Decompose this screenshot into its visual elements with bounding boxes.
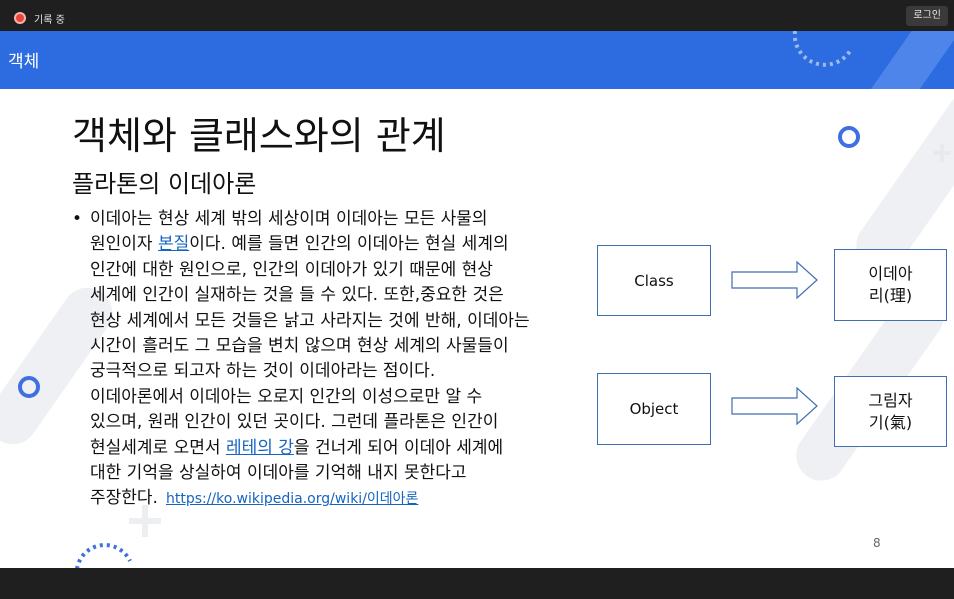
body-line-text: 원인이자 [90, 234, 158, 255]
body-line: 이데아론에서 이데아는 오로지 인간의 이성으로만 알 수 [90, 385, 602, 410]
slide-subtitle: 플라톤의 이데아론 [72, 170, 257, 198]
body-line: 이데아는 현상 세계 밖의 세상이며 이데아는 모든 사물의 [90, 207, 602, 232]
section-title: 객체 [8, 52, 40, 72]
bullet-marker: • [72, 209, 83, 229]
body-line: 궁극적으로 되고자 하는 것이 이데아라는 점이다. [90, 359, 602, 384]
inline-link[interactable]: 레테의 강 [226, 438, 294, 458]
body-line: 현상 세계에서 모든 것들은 낡고 사라지는 것에 반해, 이데아는 [90, 309, 602, 334]
top-bar: 기록 중 로그인 [0, 0, 954, 31]
shadow-label-line1: 그림자 [868, 390, 913, 410]
body-line-text: 이다. 예를 들면 인간의 이데아는 현실 세계의 [189, 234, 509, 255]
body-line-text: 을 건너게 되어 이데아 세계에 [293, 437, 504, 458]
bottom-bar [0, 568, 954, 599]
body-line: 현실세계로 오면서 레테의 강을 건너게 되어 이데아 세계에 [90, 436, 602, 461]
object-label: Object [629, 400, 679, 418]
recording-label: 기록 중 [34, 15, 65, 26]
shadow-label-line2: 기(氣) [868, 412, 913, 432]
body-line-text: 현실세계로 오면서 [90, 437, 226, 458]
body-line-text: 이데아는 현상 세계 밖의 세상이며 이데아는 모든 사물의 [90, 209, 488, 229]
dotted-arc-decoration-icon [75, 543, 132, 568]
body-line-text: 시간이 흘러도 그 모습을 변치 않으며 현상 세계의 사물들이 [90, 336, 509, 357]
body-line: 시간이 흘러도 그 모습을 변치 않으며 현상 세계의 사물들이 [90, 334, 602, 359]
body-line-text: 세계에 인간이 실재하는 것을 들 수 있다. 또한,중요한 것은 [90, 285, 504, 306]
wiki-link[interactable]: https://ko.wikipedia.org/wiki/이데아론 [166, 491, 418, 507]
body-line-text: 궁극적으로 되고자 하는 것이 이데아라는 점이다. [90, 361, 436, 382]
body-line: 있으며, 원래 인간이 있던 곳이다. 그런데 플라톤은 인간이 [90, 410, 602, 435]
slide: 객체 객체와 클래스와의 관계 플라톤의 이데아론 • 이데아는 현상 세계 밖… [0, 31, 954, 568]
slide-header: 객체 [0, 31, 954, 89]
idea-label-line2: 리(理) [868, 286, 913, 305]
idea-box: 이데아 리(理) [834, 249, 947, 321]
arrow-right-icon [731, 261, 818, 299]
body-line: 대한 기억을 상실하여 이데아를 기억해 내지 못한다고 [90, 461, 602, 486]
body-line: 원인이자 본질이다. 예를 들면 인간의 이데아는 현실 세계의 [90, 232, 602, 257]
stripe-decoration-icon [865, 31, 954, 89]
body-line-text: 이데아론에서 이데아는 오로지 인간의 이성으로만 알 수 [90, 386, 483, 407]
shadow-box: 그림자 기(氣) [834, 376, 947, 447]
class-label: Class [634, 271, 674, 290]
body-line-text: 있으며, 원래 인간이 있던 곳이다. 그런데 플라톤은 인간이 [90, 412, 499, 433]
body-line: 주장한다. https://ko.wikipedia.org/wiki/이데아론 [90, 486, 602, 512]
dotted-arc-decoration-icon [792, 31, 852, 67]
object-box: Object [597, 373, 711, 445]
body-lines: 이데아는 현상 세계 밖의 세상이며 이데아는 모든 사물의원인이자 본질이다.… [90, 207, 602, 486]
body-text: • 이데아는 현상 세계 밖의 세상이며 이데아는 모든 사물의 원인이자 본질이… [72, 207, 602, 513]
arrow-right-icon [731, 387, 818, 425]
slide-title: 객체와 클래스와의 관계 [72, 114, 446, 158]
body-line-text: 주장한다. [90, 488, 158, 509]
page-number: 8 [873, 536, 881, 550]
body-line-text: 현상 세계에서 모든 것들은 낡고 사라지는 것에 반해, 이데아는 [90, 310, 530, 331]
login-button[interactable]: 로그인 [906, 6, 948, 26]
ring-decoration-icon [838, 126, 860, 148]
cross-decoration-icon [933, 144, 951, 162]
ring-decoration-icon [18, 376, 40, 398]
body-line-text: 인간에 대한 원인으로, 인간의 이데아가 있기 때문에 현상 [90, 259, 493, 280]
idea-label-line1: 이데아 [868, 264, 913, 283]
body-line: 세계에 인간이 실재하는 것을 들 수 있다. 또한,중요한 것은 [90, 283, 602, 308]
body-line-text: 대한 기억을 상실하여 이데아를 기억해 내지 못한다고 [90, 463, 467, 484]
inline-link[interactable]: 본질 [158, 234, 189, 254]
recording-icon [14, 12, 26, 24]
class-box: Class [597, 245, 711, 316]
body-line: 인간에 대한 원인으로, 인간의 이데아가 있기 때문에 현상 [90, 258, 602, 283]
